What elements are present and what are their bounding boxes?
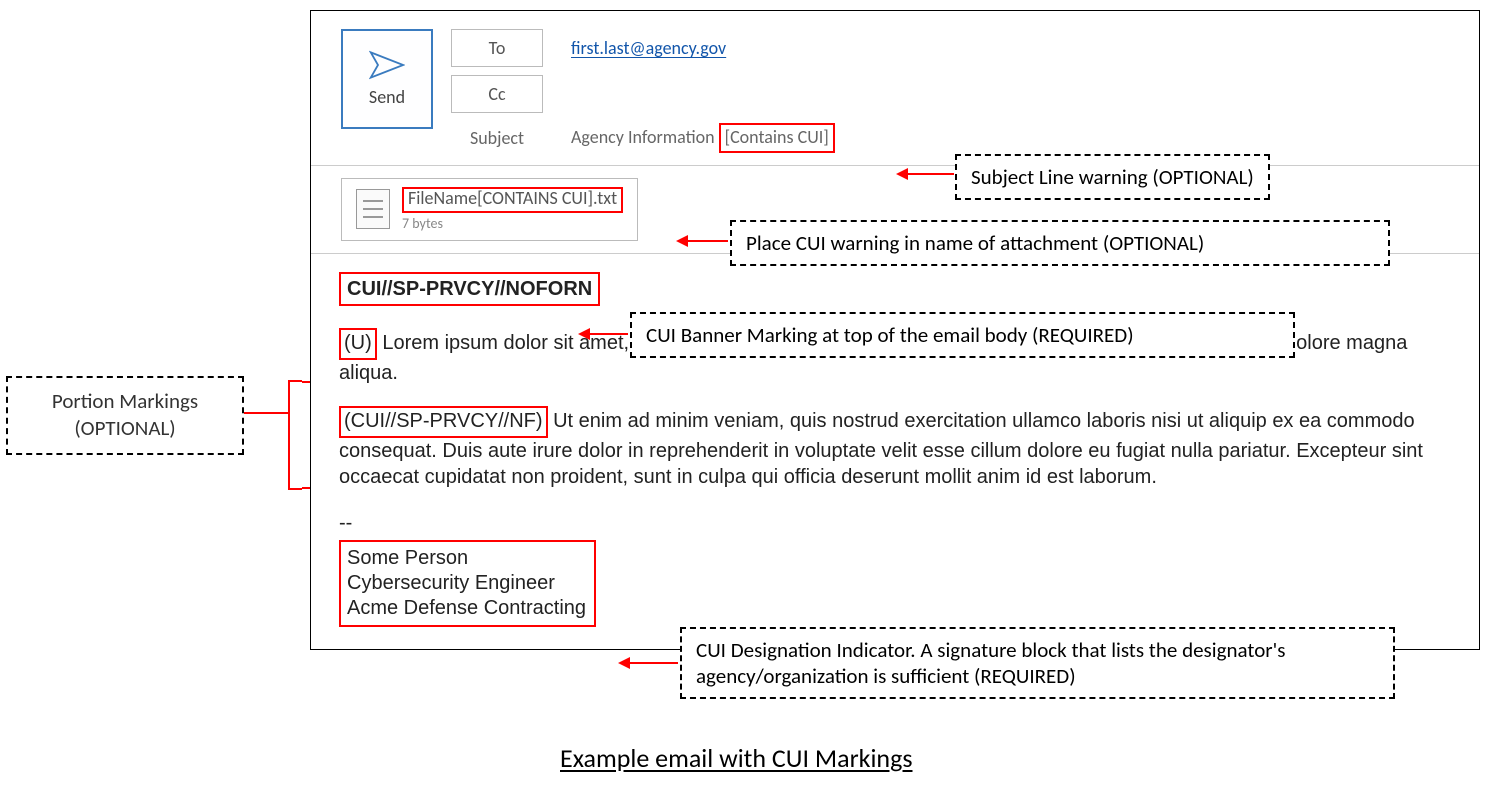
portion-bracket: [288, 380, 302, 490]
subject-label: Subject: [451, 127, 543, 149]
body-paragraph-2: (CUI//SP-PRVCY//NF) Ut enim ad minim ven…: [339, 406, 1451, 490]
send-icon: [369, 50, 405, 80]
attachment-chip[interactable]: FileName[CONTAINS CUI].txt 7 bytes: [341, 178, 638, 241]
banner-callout: CUI Banner Marking at top of the email b…: [630, 312, 1295, 358]
email-header: Send To first.last@agency.gov Cc Subject…: [311, 11, 1479, 166]
cc-row: Cc: [451, 75, 1459, 113]
attachment-callout: Place CUI warning in name of attachment …: [730, 220, 1390, 266]
to-value[interactable]: first.last@agency.gov: [571, 37, 726, 59]
subject-prefix: Agency Information: [571, 126, 715, 148]
send-label: Send: [369, 86, 405, 108]
portion-markings-callout: Portion Markings (OPTIONAL): [6, 376, 244, 455]
portion-connector: [244, 412, 288, 414]
attachment-arrow: [678, 240, 728, 242]
portion-mark-2: (CUI//SP-PRVCY//NF): [339, 406, 548, 438]
sig-org: Acme Defense Contracting: [347, 596, 586, 621]
subject-arrow: [898, 173, 954, 175]
signature-divider: --: [339, 510, 1451, 536]
cc-label[interactable]: Cc: [451, 75, 543, 113]
sig-name: Some Person: [347, 546, 586, 571]
portion-markings-l1: Portion Markings: [22, 388, 228, 415]
signature-block: Some Person Cybersecurity Engineer Acme …: [339, 540, 596, 627]
attachment-name: FileName[CONTAINS CUI].txt: [402, 187, 623, 213]
to-row: To first.last@agency.gov: [451, 29, 1459, 67]
attachment-size: 7 bytes: [402, 215, 623, 232]
fields-column: To first.last@agency.gov Cc Subject Agen…: [451, 29, 1459, 153]
subject-cui-tag: [Contains CUI]: [719, 123, 835, 153]
file-icon: [356, 189, 390, 229]
banner-marking: CUI//SP-PRVCY//NOFORN: [339, 272, 600, 306]
banner-arrow: [580, 333, 628, 335]
subject-callout: Subject Line warning (OPTIONAL): [955, 154, 1270, 200]
subject-row: Subject Agency Information [Contains CUI…: [451, 123, 1459, 153]
send-button[interactable]: Send: [341, 29, 433, 129]
sig-title: Cybersecurity Engineer: [347, 571, 586, 596]
portion-mark-1: (U): [339, 328, 377, 360]
signature-callout: CUI Designation Indicator. A signature b…: [680, 627, 1395, 699]
portion-markings-l2: (OPTIONAL): [22, 415, 228, 442]
figure-caption: Example email with CUI Markings: [560, 742, 913, 774]
signature-arrow: [620, 662, 678, 664]
subject-value[interactable]: Agency Information [Contains CUI]: [571, 123, 835, 153]
to-label[interactable]: To: [451, 29, 543, 67]
